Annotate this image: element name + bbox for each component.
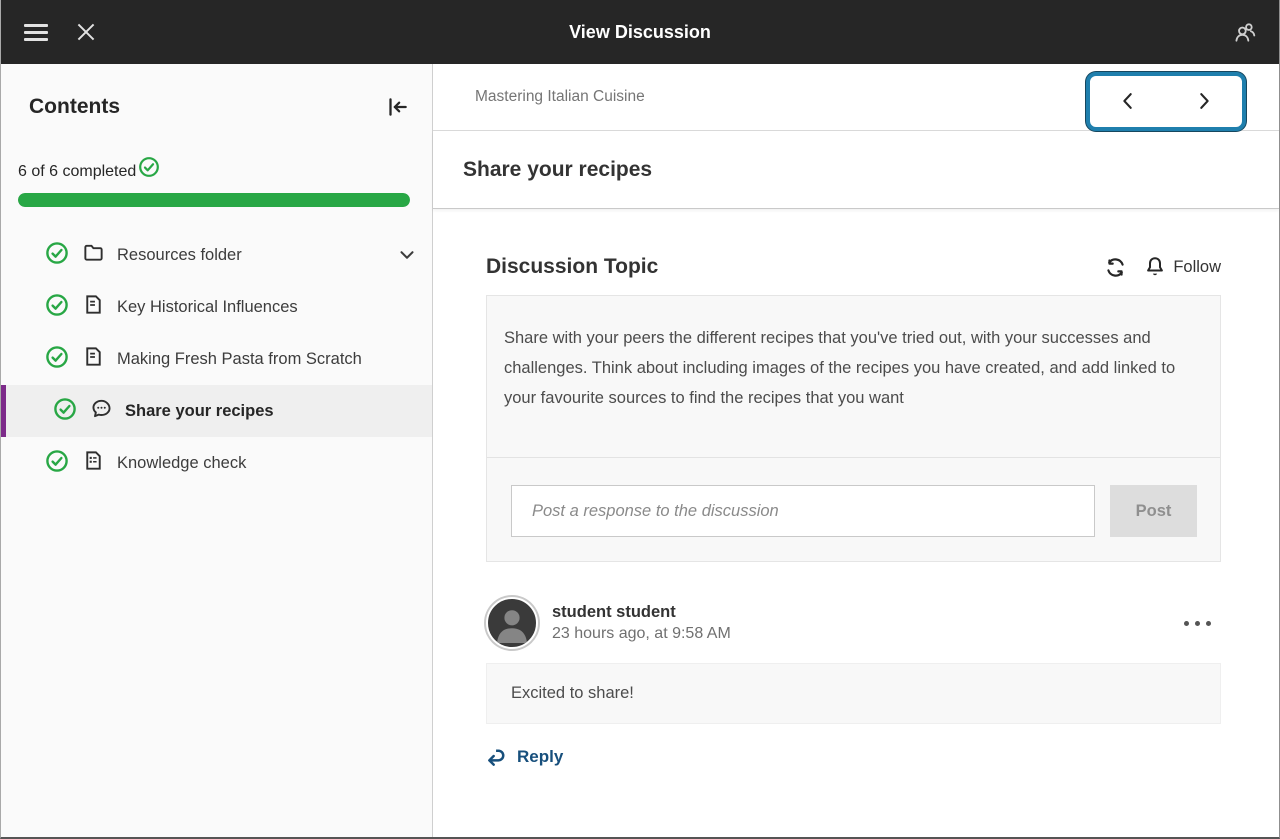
sidebar-item-key-historical-influences[interactable]: Key Historical Influences (1, 281, 432, 333)
document-icon (82, 293, 106, 321)
sidebar-item-label: Knowledge check (117, 454, 246, 473)
completed-check-icon (45, 293, 69, 322)
folder-icon (82, 241, 106, 269)
progress-block: 6 of 6 completed (1, 132, 432, 219)
discussion-header: Discussion Topic (486, 253, 1221, 281)
participants-button[interactable] (1227, 15, 1261, 49)
chevron-right-icon (1193, 90, 1215, 112)
completed-check-icon (45, 345, 69, 374)
post-header: student student 23 hours ago, at 9:58 AM (486, 597, 1221, 649)
discussion-area: Discussion Topic (433, 209, 1279, 837)
reply-label: Reply (517, 747, 563, 767)
discussion-post: student student 23 hours ago, at 9:58 AM… (486, 597, 1221, 773)
post-options-button[interactable] (1174, 611, 1221, 636)
reply-icon (486, 745, 509, 768)
post-button[interactable]: Post (1110, 485, 1197, 537)
top-bar: View Discussion (1, 0, 1279, 64)
sidebar-item-label: Resources folder (117, 246, 242, 265)
completed-check-icon (45, 449, 69, 478)
document-check-icon (82, 449, 106, 477)
sidebar-item-label: Share your recipes (125, 402, 274, 421)
progress-bar (18, 193, 410, 207)
sidebar-item-knowledge-check[interactable]: Knowledge check (1, 437, 432, 489)
previous-item-button[interactable] (1090, 76, 1166, 127)
app-window: View Discussion Contents (0, 0, 1280, 839)
progress-complete-icon (138, 156, 160, 183)
progress-label-row: 6 of 6 completed (18, 160, 410, 183)
chevron-down-icon[interactable] (396, 244, 418, 266)
document-icon (82, 345, 106, 373)
content-row: Contents 6 of 6 completed (1, 64, 1279, 837)
collapse-panel-button[interactable] (382, 92, 412, 122)
refresh-button[interactable] (1101, 253, 1129, 281)
refresh-icon (1103, 255, 1128, 280)
window-title: View Discussion (1, 22, 1279, 43)
completed-check-icon (45, 241, 69, 270)
discussion-description: Share with your peers the different reci… (487, 296, 1217, 457)
sidebar-header: Contents (1, 64, 432, 132)
follow-label: Follow (1173, 258, 1221, 277)
person-silhouette-icon (488, 599, 536, 647)
response-input[interactable] (511, 485, 1095, 537)
post-response-row: Post (487, 457, 1220, 561)
sidebar-title: Contents (29, 95, 120, 119)
sidebar-item-label: Key Historical Influences (117, 298, 298, 317)
follow-button[interactable]: Follow (1143, 255, 1221, 279)
close-icon (73, 19, 99, 45)
next-item-button[interactable] (1166, 76, 1242, 127)
chevron-left-icon (1117, 90, 1139, 112)
progress-bar-fill (18, 193, 410, 207)
discussion-actions: Follow (1101, 253, 1221, 281)
progress-label: 6 of 6 completed (18, 163, 136, 181)
bell-icon (1143, 255, 1167, 279)
page-title: Share your recipes (463, 158, 652, 182)
page-title-row: Share your recipes (433, 131, 1279, 209)
collapse-panel-icon (384, 94, 410, 120)
post-meta: student student 23 hours ago, at 9:58 AM (552, 603, 731, 643)
people-icon (1231, 19, 1257, 45)
post-body-box: Excited to share! (486, 663, 1221, 724)
post-author: student student (552, 603, 731, 622)
completed-check-icon (53, 397, 77, 426)
post-timestamp: 23 hours ago, at 9:58 AM (552, 625, 731, 643)
sidebar-item-making-fresh-pasta[interactable]: Making Fresh Pasta from Scratch (1, 333, 432, 385)
reply-button[interactable]: Reply (486, 745, 563, 768)
sidebar-item-share-your-recipes[interactable]: Share your recipes (1, 385, 432, 437)
main-panel: Mastering Italian Cuisine Share your rec… (433, 64, 1279, 837)
avatar (486, 597, 538, 649)
close-button[interactable] (69, 15, 103, 49)
contents-sidebar: Contents 6 of 6 completed (1, 64, 433, 837)
hamburger-icon (24, 24, 48, 41)
prev-next-navigation (1086, 72, 1246, 131)
menu-button[interactable] (19, 15, 53, 49)
sidebar-item-label: Making Fresh Pasta from Scratch (117, 350, 362, 369)
breadcrumb-row: Mastering Italian Cuisine (433, 64, 1279, 131)
sidebar-item-resources-folder[interactable]: Resources folder (1, 229, 432, 281)
contents-list: Resources folder Key Historical Influenc… (1, 229, 432, 489)
discussion-topic-heading: Discussion Topic (486, 255, 658, 279)
discussion-icon (90, 397, 114, 425)
ellipsis-icon (1184, 621, 1189, 626)
post-body: Excited to share! (511, 684, 634, 703)
discussion-topic-box: Share with your peers the different reci… (486, 295, 1221, 562)
breadcrumb: Mastering Italian Cuisine (475, 88, 645, 106)
